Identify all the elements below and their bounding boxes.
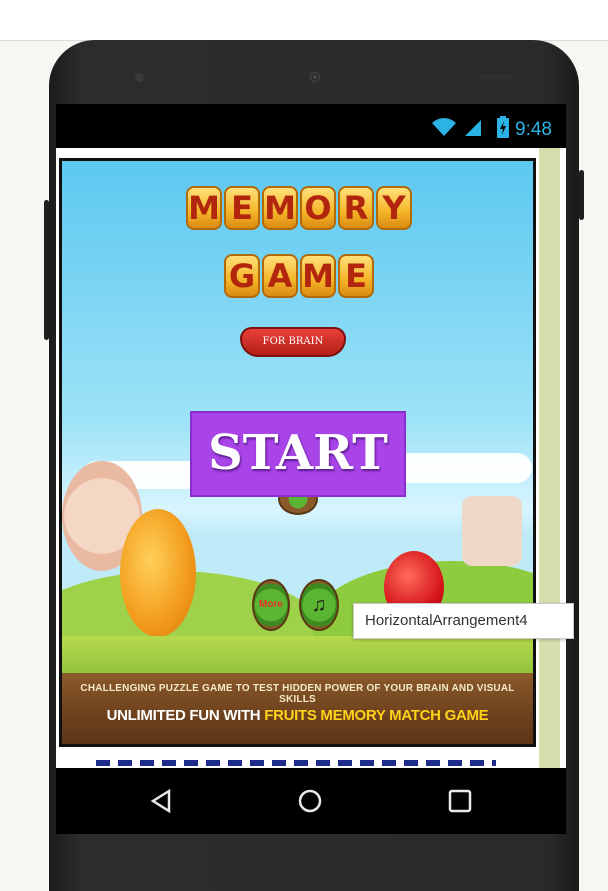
title-letter: E	[338, 254, 374, 298]
grass-ground	[62, 636, 533, 676]
proximity-sensor	[479, 74, 513, 80]
title-letter: G	[224, 254, 260, 298]
soil-footer: CHALLENGING PUZZLE GAME TO TEST HIDDEN P…	[62, 673, 533, 744]
title-letter: Y	[376, 186, 412, 230]
title-letter: R	[338, 186, 374, 230]
slogan-text: UNLIMITED FUN WITH FRUITS MEMORY MATCH G…	[62, 707, 533, 724]
front-camera-icon	[135, 73, 144, 82]
music-button[interactable]: ♫	[299, 579, 339, 631]
earpiece-speaker-icon	[304, 66, 326, 88]
tagline-text: CHALLENGING PUZZLE GAME TO TEST HIDDEN P…	[80, 683, 515, 705]
more-button[interactable]: More	[252, 579, 290, 631]
game-title: G A M E	[224, 254, 374, 298]
back-icon[interactable]	[148, 788, 174, 814]
app-screen: M E M O R Y G A M E FOR BRAIN START More…	[56, 148, 566, 768]
phone-power-button	[579, 170, 584, 220]
title-letter: A	[262, 254, 298, 298]
title-letter: M	[262, 186, 298, 230]
battery-icon	[497, 116, 510, 143]
title-letter: M	[300, 254, 336, 298]
signal-icon	[463, 117, 483, 142]
status-time: 9:48	[515, 118, 552, 140]
for-brain-banner: FOR BRAIN	[240, 327, 346, 357]
home-icon[interactable]	[297, 788, 323, 814]
windmill-icon	[462, 496, 522, 566]
navigation-bar	[56, 768, 566, 834]
recents-icon[interactable]	[447, 788, 473, 814]
cloud	[392, 453, 532, 483]
phone-side-button	[44, 200, 49, 340]
start-button[interactable]: START	[190, 411, 406, 497]
phone-screen: 9:48 M E M O R Y G A M E FOR BRAIN START…	[56, 104, 566, 834]
designer-top-bar	[0, 0, 608, 41]
status-bar: 9:48	[56, 104, 566, 148]
component-tooltip: HorizontalArrangement4	[353, 603, 574, 639]
memory-title: M E M O R Y	[186, 186, 412, 230]
slogan-highlight: FRUITS MEMORY MATCH GAME	[264, 707, 489, 724]
next-component-strip	[56, 748, 539, 768]
scroll-strip[interactable]	[539, 148, 560, 768]
slogan-prefix: UNLIMITED FUN WITH	[106, 707, 265, 724]
title-letter: E	[224, 186, 260, 230]
wifi-icon	[431, 117, 457, 142]
title-letter: M	[186, 186, 222, 230]
mango-icon	[120, 509, 196, 637]
game-background-image: M E M O R Y G A M E FOR BRAIN START More…	[59, 158, 536, 747]
title-letter: O	[300, 186, 336, 230]
clipped-text-decoration	[96, 760, 496, 766]
